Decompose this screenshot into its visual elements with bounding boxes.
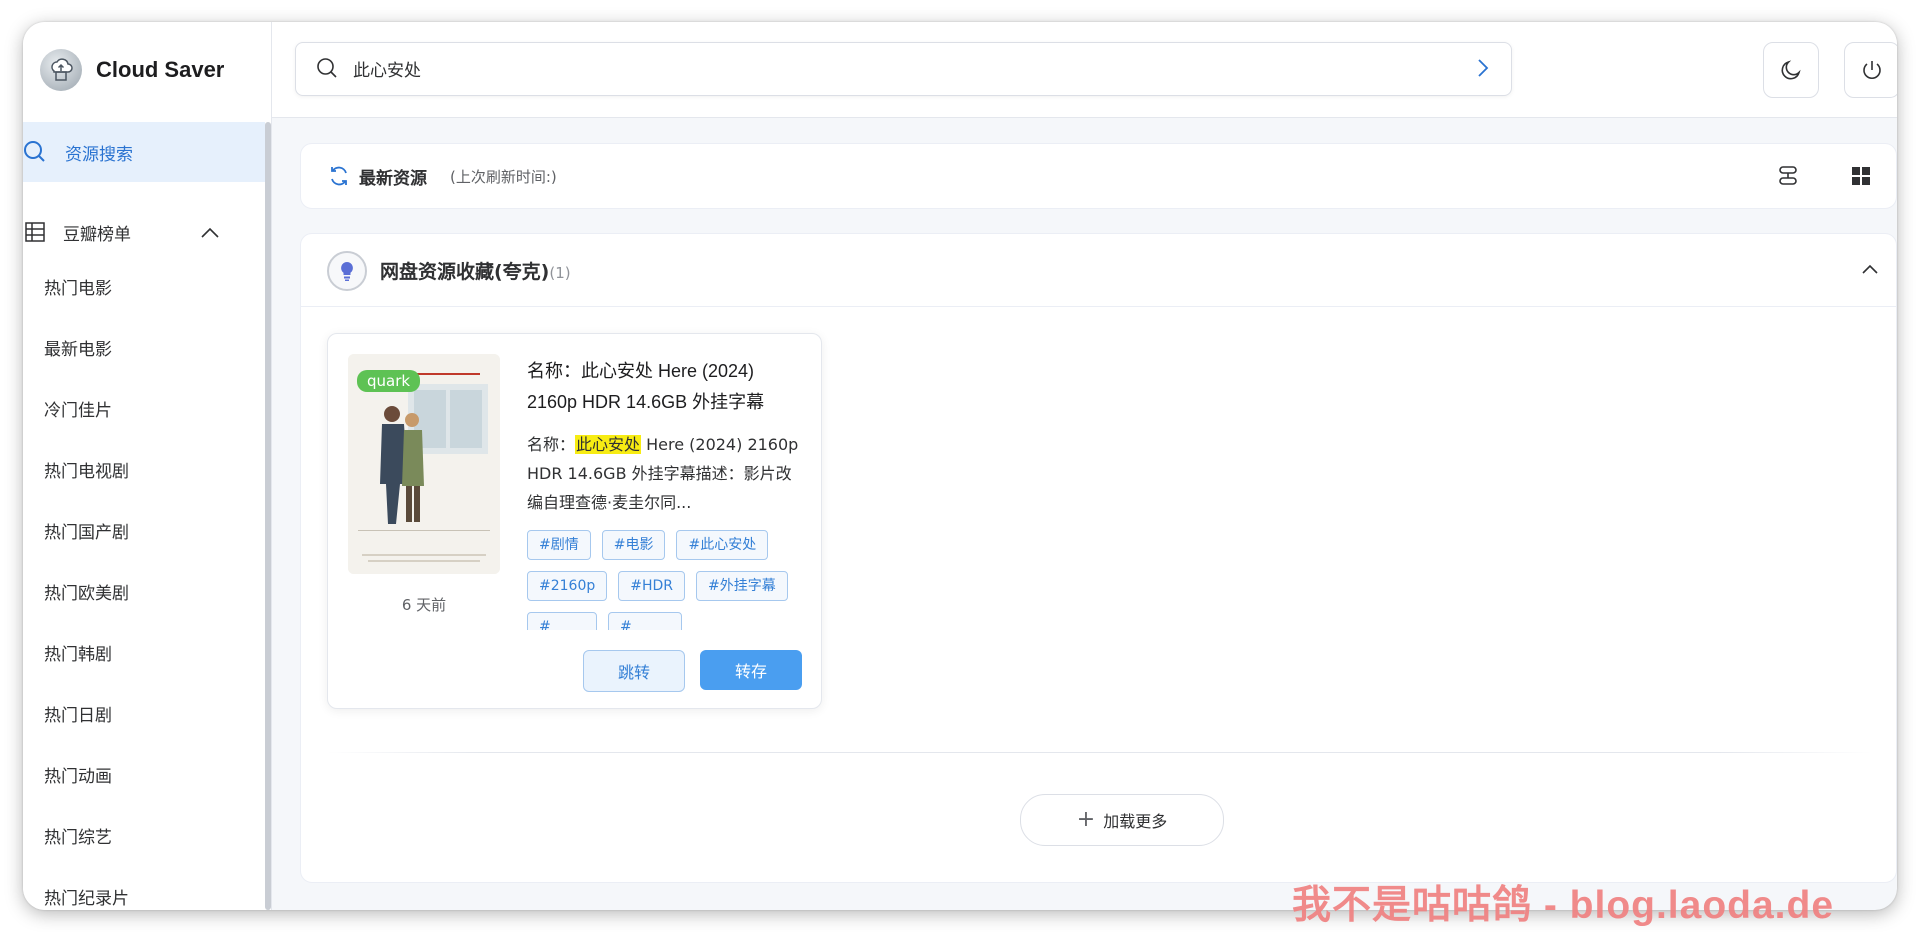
tag-subtitles[interactable]: #外挂字幕 xyxy=(696,571,788,601)
tag-movie[interactable]: #电影 xyxy=(601,530,666,560)
search-box[interactable] xyxy=(295,42,1512,96)
app-window: Cloud Saver 资源搜索 豆瓣榜单 热门电影 最新电影 冷门佳片 热门电… xyxy=(23,22,1897,910)
grid-view-icon[interactable] xyxy=(1851,166,1871,186)
sidebar-item-japanese-tv[interactable]: 热门日剧 xyxy=(44,701,112,726)
sidebar-item-new-movies[interactable]: 最新电影 xyxy=(44,335,112,360)
tag-title[interactable]: #此心安处 xyxy=(676,530,769,560)
sidebar-group-label: 豆瓣榜单 xyxy=(63,224,131,245)
sidebar-scrollbar[interactable] xyxy=(265,122,271,910)
sidebar-item-hidden-gems[interactable]: 冷门佳片 xyxy=(44,396,112,421)
sidebar-item-hot-movies[interactable]: 热门电影 xyxy=(44,274,112,299)
sidebar-item-hot-tv[interactable]: 热门电视剧 xyxy=(44,457,129,482)
jump-button[interactable]: 跳转 xyxy=(583,650,685,692)
publish-age: 6 天前 xyxy=(401,596,447,614)
sidebar-item-korean-tv[interactable]: 热门韩剧 xyxy=(44,640,112,665)
sidebar-item-western-tv[interactable]: 热门欧美剧 xyxy=(44,579,129,604)
search-icon xyxy=(24,141,45,162)
filter-icon[interactable] xyxy=(1776,164,1800,188)
latest-refresh-time: (上次刷新时间:) xyxy=(450,168,557,186)
tag-more-2[interactable]: # xyxy=(608,612,682,630)
app-logo-icon xyxy=(40,49,82,91)
sidebar-item-anime[interactable]: 热门动画 xyxy=(44,762,112,787)
panel-header[interactable]: 网盘资源收藏(夸克)(1) xyxy=(301,234,1896,307)
latest-resources-bar: 最新资源 (上次刷新时间:) xyxy=(300,143,1897,209)
sidebar-item-variety[interactable]: 热门综艺 xyxy=(44,823,112,848)
tag-more-1[interactable]: # xyxy=(527,612,597,630)
panel-count: (1) xyxy=(549,264,571,282)
chevron-up-icon[interactable] xyxy=(1860,260,1880,280)
search-icon xyxy=(317,58,337,78)
tag-genre-drama[interactable]: #剧情 xyxy=(527,530,591,560)
power-icon xyxy=(1863,61,1881,79)
quark-collection-panel: 网盘资源收藏(夸克)(1) quark 6 天前 名称：此心安处 Here (2… xyxy=(300,233,1897,883)
chevron-up-icon xyxy=(201,227,219,238)
sidebar-item-resource-search[interactable]: 资源搜索 xyxy=(23,122,265,182)
desc-prefix: 名称： xyxy=(527,435,576,454)
tag-2160p[interactable]: #2160p xyxy=(527,571,608,601)
divider xyxy=(327,752,1872,753)
save-to-drive-button[interactable]: 转存 xyxy=(700,650,802,690)
sidebar-group-douban[interactable]: 豆瓣榜单 xyxy=(23,212,265,252)
load-more-button[interactable]: + 加载更多 xyxy=(1020,794,1224,846)
tag-list: #剧情 #电影 #此心安处 #2160p #HDR #外挂字幕 # # xyxy=(527,530,817,630)
theme-toggle-button[interactable] xyxy=(1763,42,1819,98)
brand[interactable]: Cloud Saver xyxy=(40,48,224,92)
lightbulb-icon xyxy=(327,251,367,291)
sidebar-item-label: 资源搜索 xyxy=(65,144,133,165)
panel-title: 网盘资源收藏(夸克)(1) xyxy=(380,257,571,284)
latest-title: 最新资源 xyxy=(359,169,427,189)
sidebar: Cloud Saver 资源搜索 豆瓣榜单 热门电影 最新电影 冷门佳片 热门电… xyxy=(23,22,272,910)
watermark: 我不是咕咕鸽 - blog.laoda.de xyxy=(1292,884,1835,927)
desc-highlight: 此心安处 xyxy=(575,435,642,454)
moon-icon xyxy=(1781,60,1801,80)
load-more-label: 加载更多 xyxy=(1103,812,1168,831)
quark-badge: quark xyxy=(357,370,421,392)
refresh-icon[interactable] xyxy=(328,165,350,187)
resource-description: 名称：此心安处 Here (2024) 2160p HDR 14.6GB 外挂字… xyxy=(527,430,807,517)
app-name: Cloud Saver xyxy=(96,57,225,82)
chevron-right-icon[interactable] xyxy=(1471,57,1493,79)
sidebar-item-domestic-tv[interactable]: 热门国产剧 xyxy=(44,518,129,543)
panel-title-text: 网盘资源收藏(夸克) xyxy=(380,261,550,283)
sidebar-item-documentary[interactable]: 热门纪录片 xyxy=(44,884,129,909)
plus-icon: + xyxy=(1076,807,1096,832)
table-icon xyxy=(25,222,45,242)
resource-title[interactable]: 名称：此心安处 Here (2024) 2160p HDR 14.6GB 外挂字… xyxy=(527,356,807,418)
resource-card: quark 6 天前 名称：此心安处 Here (2024) 2160p HDR… xyxy=(327,333,822,709)
logout-button[interactable] xyxy=(1844,42,1897,98)
search-input[interactable] xyxy=(351,57,1455,79)
tag-hdr[interactable]: #HDR xyxy=(618,571,686,601)
